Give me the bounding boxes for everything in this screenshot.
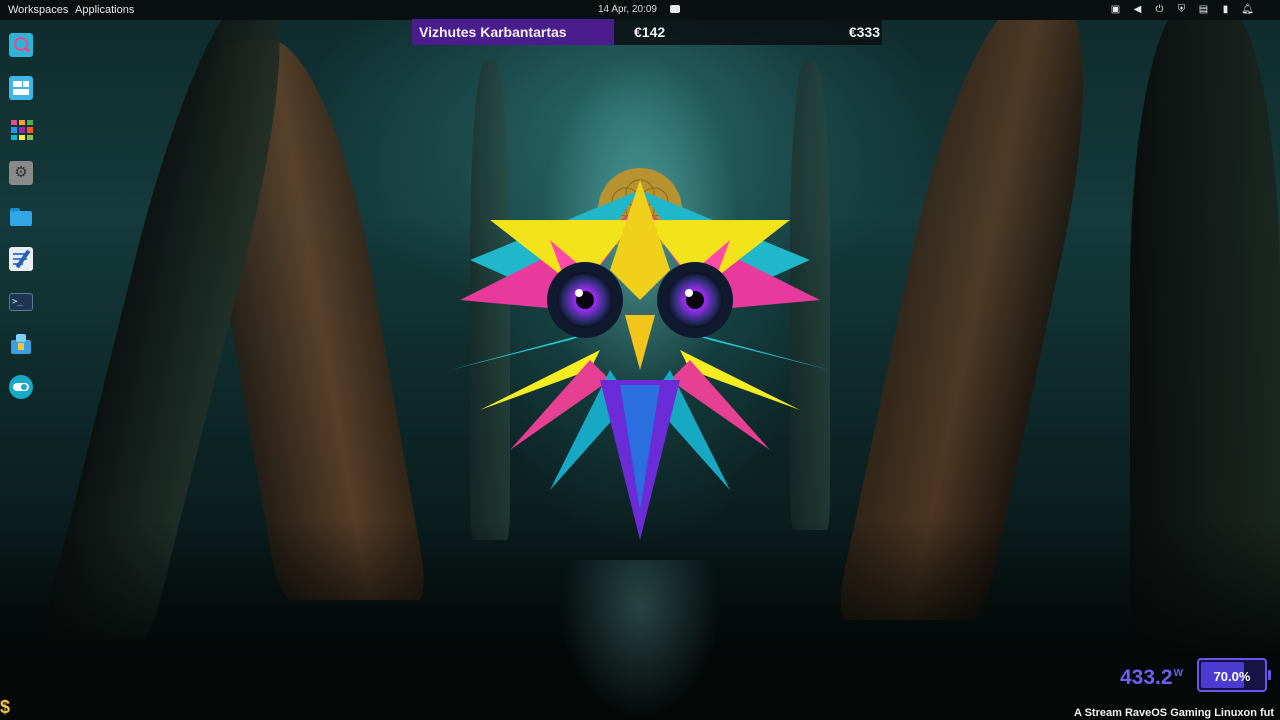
window-manager-icon — [9, 76, 33, 100]
system-tray: ▣ ◀ ⏻ ⛨ ▤ ▮ 🔔︎ — [1109, 4, 1254, 15]
dock-item-text-editor[interactable] — [8, 246, 34, 272]
power-icon[interactable]: ⏻ — [1153, 4, 1166, 15]
window-icon[interactable]: ▤ — [1197, 4, 1210, 15]
applications-menu[interactable]: Applications — [75, 4, 134, 16]
battery-icon[interactable]: ▮ — [1219, 4, 1232, 15]
volume-icon[interactable]: ◀ — [1131, 4, 1144, 15]
dock-item-software[interactable] — [8, 331, 34, 357]
ticker-name: Vizhutes Karbantartas — [412, 19, 614, 45]
notification-bell-icon[interactable]: 🔔︎ — [1241, 4, 1254, 15]
ticker-value-2: €333 — [848, 24, 880, 40]
shield-icon[interactable]: ⛨ — [1175, 4, 1188, 15]
clock[interactable]: 14 Apr, 20:09 — [598, 4, 657, 15]
display-icon[interactable]: ▣ — [1109, 4, 1122, 15]
app-grid-icon — [9, 118, 33, 142]
power-readout: 433.2W — [1120, 666, 1183, 690]
chat-icon[interactable] — [670, 5, 680, 13]
dock-item-windows[interactable] — [8, 75, 34, 101]
ticker-value-1: €142 — [634, 24, 666, 40]
text-editor-icon — [9, 247, 33, 271]
workspaces-menu[interactable]: Workspaces — [8, 4, 68, 16]
ticker-bar: Vizhutes Karbantartas €142 €333 — [412, 19, 882, 45]
battery-widget[interactable]: 70.0% — [1197, 658, 1271, 692]
search-app-icon — [9, 33, 33, 57]
battery-tip — [1268, 670, 1271, 680]
owl-wallpaper-art — [450, 168, 830, 540]
terminal-icon: >_ — [9, 293, 33, 311]
dock-item-terminal[interactable]: >_ — [8, 289, 34, 315]
battery-percent: 70.0% — [1213, 669, 1251, 684]
top-panel: Workspaces Applications 14 Apr, 20:09 ▣ … — [0, 0, 1280, 20]
settings-icon: ⚙ — [9, 161, 33, 185]
dock-item-files[interactable] — [8, 203, 34, 229]
dock-item-search[interactable] — [8, 32, 34, 58]
stream-marquee-text: A Stream RaveOS Gaming Linuxon fut — [1074, 707, 1275, 719]
folder-icon — [9, 204, 33, 228]
power-value: 433.2 — [1120, 666, 1173, 689]
dock-item-app-grid[interactable] — [8, 117, 34, 143]
dock-item-toggle[interactable] — [8, 374, 34, 400]
dollar-launcher-icon[interactable]: $ — [0, 697, 10, 718]
toggle-app-icon — [9, 375, 33, 399]
dock-item-settings[interactable]: ⚙ — [8, 160, 34, 186]
software-store-icon — [9, 332, 33, 356]
power-unit: W — [1173, 668, 1184, 679]
